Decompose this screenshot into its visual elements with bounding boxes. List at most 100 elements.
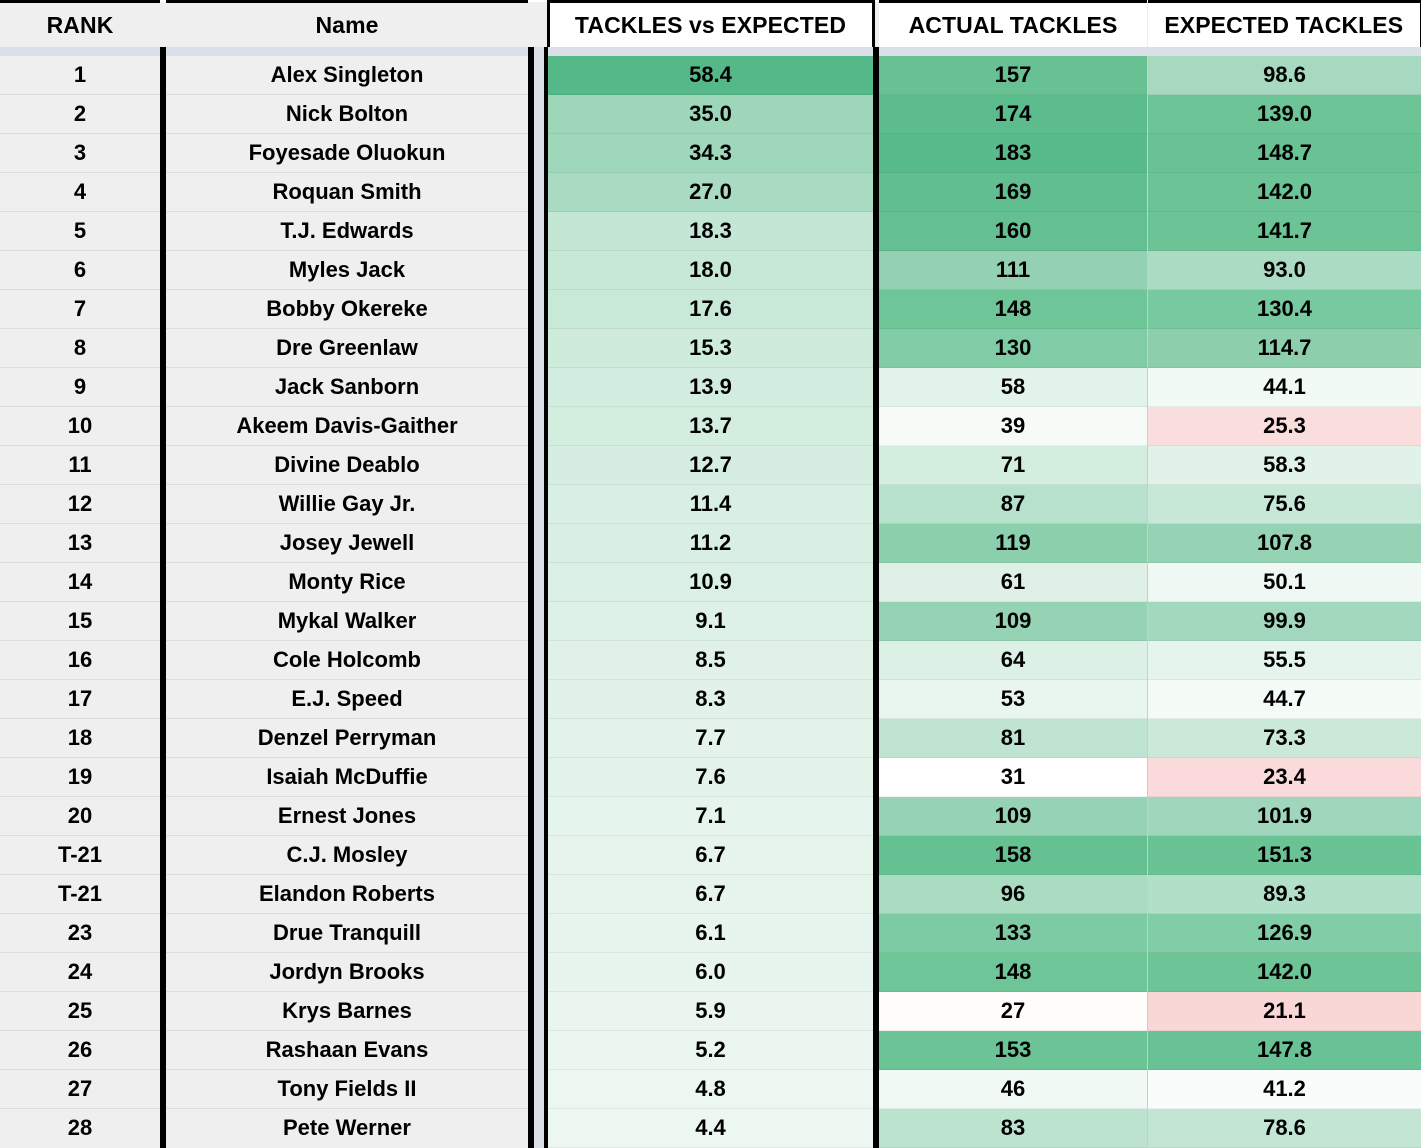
cell-actual-tackles[interactable]: 71	[879, 445, 1147, 485]
cell-expected-tackles[interactable]: 114.7	[1148, 328, 1421, 368]
column-header-actual-tackles[interactable]: ACTUAL TACKLES	[879, 0, 1147, 47]
cell-rank[interactable]: 16	[0, 640, 160, 680]
table-row[interactable]: 17 E.J. Speed 8.3 53 44.7	[0, 679, 1421, 719]
cell-actual-tackles[interactable]: 169	[879, 172, 1147, 212]
table-row[interactable]: 9 Jack Sanborn 13.9 58 44.1	[0, 367, 1421, 407]
cell-actual-tackles[interactable]: 148	[879, 952, 1147, 992]
cell-player-name[interactable]: Mykal Walker	[166, 601, 528, 641]
cell-actual-tackles[interactable]: 183	[879, 133, 1147, 173]
cell-tackles-vs-expected[interactable]: 13.9	[548, 367, 873, 407]
table-row[interactable]: T-21 C.J. Mosley 6.7 158 151.3	[0, 835, 1421, 875]
cell-player-name[interactable]: Isaiah McDuffie	[166, 757, 528, 797]
cell-rank[interactable]: 4	[0, 172, 160, 212]
cell-player-name[interactable]: Akeem Davis-Gaither	[166, 406, 528, 446]
cell-player-name[interactable]: E.J. Speed	[166, 679, 528, 719]
cell-player-name[interactable]: Drue Tranquill	[166, 913, 528, 953]
table-row[interactable]: 23 Drue Tranquill 6.1 133 126.9	[0, 913, 1421, 953]
cell-tackles-vs-expected[interactable]: 8.5	[548, 640, 873, 680]
cell-player-name[interactable]: Divine Deablo	[166, 445, 528, 485]
cell-expected-tackles[interactable]: 148.7	[1148, 133, 1421, 173]
table-row[interactable]: 27 Tony Fields II 4.8 46 41.2	[0, 1069, 1421, 1109]
cell-actual-tackles[interactable]: 46	[879, 1069, 1147, 1109]
cell-rank[interactable]: 23	[0, 913, 160, 953]
cell-player-name[interactable]: Dre Greenlaw	[166, 328, 528, 368]
table-row[interactable]: 14 Monty Rice 10.9 61 50.1	[0, 562, 1421, 602]
table-row[interactable]: 3 Foyesade Oluokun 34.3 183 148.7	[0, 133, 1421, 173]
cell-expected-tackles[interactable]: 58.3	[1148, 445, 1421, 485]
table-row[interactable]: 15 Mykal Walker 9.1 109 99.9	[0, 601, 1421, 641]
cell-player-name[interactable]: Denzel Perryman	[166, 718, 528, 758]
cell-tackles-vs-expected[interactable]: 5.2	[548, 1030, 873, 1070]
cell-actual-tackles[interactable]: 130	[879, 328, 1147, 368]
cell-actual-tackles[interactable]: 61	[879, 562, 1147, 602]
cell-actual-tackles[interactable]: 31	[879, 757, 1147, 797]
cell-player-name[interactable]: Nick Bolton	[166, 94, 528, 134]
cell-tackles-vs-expected[interactable]: 34.3	[548, 133, 873, 173]
cell-expected-tackles[interactable]: 25.3	[1148, 406, 1421, 446]
table-row[interactable]: 11 Divine Deablo 12.7 71 58.3	[0, 445, 1421, 485]
table-row[interactable]: 13 Josey Jewell 11.2 119 107.8	[0, 523, 1421, 563]
table-row[interactable]: 6 Myles Jack 18.0 111 93.0	[0, 250, 1421, 290]
cell-rank[interactable]: 8	[0, 328, 160, 368]
cell-rank[interactable]: 1	[0, 56, 160, 95]
cell-player-name[interactable]: Josey Jewell	[166, 523, 528, 563]
cell-player-name[interactable]: Cole Holcomb	[166, 640, 528, 680]
cell-expected-tackles[interactable]: 130.4	[1148, 289, 1421, 329]
cell-tackles-vs-expected[interactable]: 5.9	[548, 991, 873, 1031]
cell-expected-tackles[interactable]: 99.9	[1148, 601, 1421, 641]
column-header-tackles-vs-expected[interactable]: TACKLES vs EXPECTED	[546, 0, 875, 47]
cell-expected-tackles[interactable]: 41.2	[1148, 1069, 1421, 1109]
cell-actual-tackles[interactable]: 53	[879, 679, 1147, 719]
cell-rank[interactable]: 3	[0, 133, 160, 173]
cell-expected-tackles[interactable]: 151.3	[1148, 835, 1421, 875]
table-row[interactable]: 16 Cole Holcomb 8.5 64 55.5	[0, 640, 1421, 680]
cell-actual-tackles[interactable]: 148	[879, 289, 1147, 329]
cell-rank[interactable]: T-21	[0, 835, 160, 875]
cell-actual-tackles[interactable]: 96	[879, 874, 1147, 914]
cell-expected-tackles[interactable]: 50.1	[1148, 562, 1421, 602]
cell-actual-tackles[interactable]: 81	[879, 718, 1147, 758]
cell-tackles-vs-expected[interactable]: 18.0	[548, 250, 873, 290]
cell-tackles-vs-expected[interactable]: 13.7	[548, 406, 873, 446]
cell-actual-tackles[interactable]: 109	[879, 796, 1147, 836]
cell-actual-tackles[interactable]: 157	[879, 56, 1147, 95]
cell-rank[interactable]: 28	[0, 1108, 160, 1148]
cell-expected-tackles[interactable]: 98.6	[1148, 56, 1421, 95]
cell-expected-tackles[interactable]: 44.1	[1148, 367, 1421, 407]
cell-player-name[interactable]: Myles Jack	[166, 250, 528, 290]
cell-player-name[interactable]: Alex Singleton	[166, 56, 528, 95]
cell-expected-tackles[interactable]: 147.8	[1148, 1030, 1421, 1070]
cell-tackles-vs-expected[interactable]: 10.9	[548, 562, 873, 602]
table-row[interactable]: T-21 Elandon Roberts 6.7 96 89.3	[0, 874, 1421, 914]
cell-expected-tackles[interactable]: 142.0	[1148, 172, 1421, 212]
cell-rank[interactable]: 13	[0, 523, 160, 563]
table-row[interactable]: 19 Isaiah McDuffie 7.6 31 23.4	[0, 757, 1421, 797]
cell-expected-tackles[interactable]: 44.7	[1148, 679, 1421, 719]
cell-player-name[interactable]: Willie Gay Jr.	[166, 484, 528, 524]
cell-player-name[interactable]: Tony Fields II	[166, 1069, 528, 1109]
cell-actual-tackles[interactable]: 87	[879, 484, 1147, 524]
cell-expected-tackles[interactable]: 141.7	[1148, 211, 1421, 251]
cell-tackles-vs-expected[interactable]: 6.0	[548, 952, 873, 992]
table-row[interactable]: 10 Akeem Davis-Gaither 13.7 39 25.3	[0, 406, 1421, 446]
cell-expected-tackles[interactable]: 101.9	[1148, 796, 1421, 836]
table-row[interactable]: 2 Nick Bolton 35.0 174 139.0	[0, 94, 1421, 134]
cell-tackles-vs-expected[interactable]: 11.2	[548, 523, 873, 563]
cell-tackles-vs-expected[interactable]: 7.6	[548, 757, 873, 797]
cell-tackles-vs-expected[interactable]: 8.3	[548, 679, 873, 719]
cell-actual-tackles[interactable]: 111	[879, 250, 1147, 290]
column-header-expected-tackles[interactable]: EXPECTED TACKLES	[1148, 0, 1421, 47]
cell-player-name[interactable]: Roquan Smith	[166, 172, 528, 212]
cell-tackles-vs-expected[interactable]: 58.4	[548, 56, 873, 95]
cell-expected-tackles[interactable]: 23.4	[1148, 757, 1421, 797]
table-row[interactable]: 8 Dre Greenlaw 15.3 130 114.7	[0, 328, 1421, 368]
cell-player-name[interactable]: Elandon Roberts	[166, 874, 528, 914]
cell-tackles-vs-expected[interactable]: 4.4	[548, 1108, 873, 1148]
cell-rank[interactable]: 7	[0, 289, 160, 329]
cell-actual-tackles[interactable]: 153	[879, 1030, 1147, 1070]
cell-expected-tackles[interactable]: 139.0	[1148, 94, 1421, 134]
cell-rank[interactable]: 9	[0, 367, 160, 407]
table-row[interactable]: 4 Roquan Smith 27.0 169 142.0	[0, 172, 1421, 212]
cell-rank[interactable]: 14	[0, 562, 160, 602]
cell-expected-tackles[interactable]: 21.1	[1148, 991, 1421, 1031]
